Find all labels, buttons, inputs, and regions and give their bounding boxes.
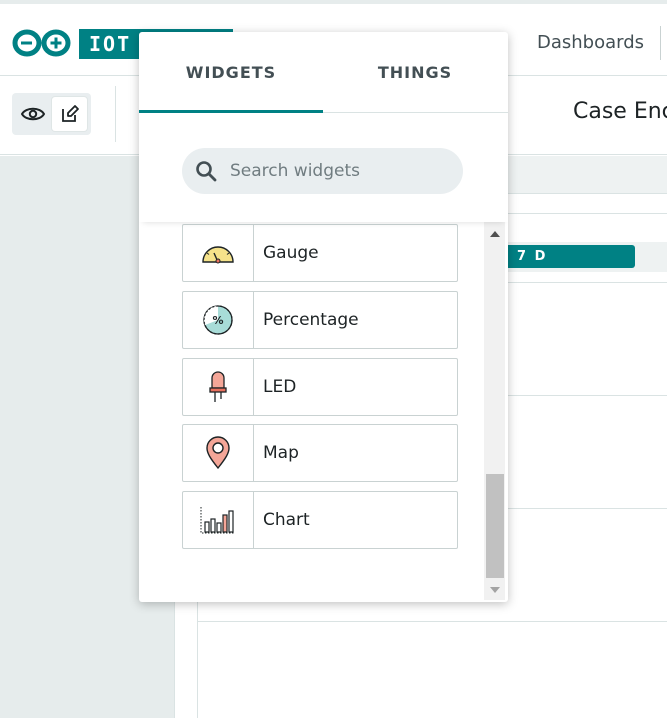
svg-text:%: % [212,314,223,327]
search-box [182,148,463,194]
time-range-pill[interactable]: 7 D [505,245,635,268]
edit-mode-button[interactable] [52,97,87,131]
add-widget-popup: WIDGETS THINGS Gauge [139,32,508,602]
mode-toggle [12,93,91,135]
widget-item-chart[interactable]: Chart [182,491,458,549]
bar-chart-icon [200,507,235,534]
grid-header [505,156,667,194]
eye-icon [21,107,45,121]
gauge-icon [202,246,234,264]
grid-subheader [505,194,667,214]
dashboard-title[interactable]: Case Enc [573,99,667,124]
widget-icon-cell: % [183,292,254,348]
widget-label: LED [263,377,297,397]
active-tab-indicator [139,110,323,113]
widget-icon-cell [183,425,254,481]
widget-icon-cell [183,492,254,548]
led-icon [209,371,227,402]
search-icon [196,161,217,182]
widget-list-scrollbar[interactable] [484,222,505,600]
pencil-icon [61,105,79,122]
widget-list: Gauge % Percentage LED Map Chart [139,222,508,602]
scroll-down-arrow[interactable] [484,582,505,598]
tab-widgets[interactable]: WIDGETS [139,32,323,113]
widget-icon-cell [183,359,254,415]
widget-item-map[interactable]: Map [182,424,458,482]
widget-label: Gauge [263,243,319,263]
grid-line [505,395,667,396]
view-mode-button[interactable] [16,97,50,131]
grid-line [197,621,667,622]
tab-things[interactable]: THINGS [323,32,507,113]
widget-label: Percentage [263,310,359,330]
arduino-logo[interactable] [12,28,72,58]
toolbar-divider [115,86,116,142]
widget-icon-cell [183,225,254,281]
triangle-up-icon [489,231,500,237]
widget-item-led[interactable]: LED [182,358,458,416]
search-widgets-input[interactable] [230,148,455,194]
map-pin-icon [206,436,230,470]
search-area [139,114,508,222]
grid-line [505,282,667,283]
grid-line [505,508,667,509]
triangle-down-icon [489,587,500,593]
widget-label: Map [263,443,299,463]
scroll-up-arrow[interactable] [484,226,505,242]
nav-divider [660,26,661,60]
popup-tabs: WIDGETS THINGS [139,32,508,113]
nav-dashboards-link[interactable]: Dashboards [537,32,644,53]
widget-label: Chart [263,510,310,530]
widget-item-gauge[interactable]: Gauge [182,224,458,282]
scroll-thumb[interactable] [486,474,504,578]
percentage-icon: % [203,305,233,335]
widget-item-percentage[interactable]: % Percentage [182,291,458,349]
